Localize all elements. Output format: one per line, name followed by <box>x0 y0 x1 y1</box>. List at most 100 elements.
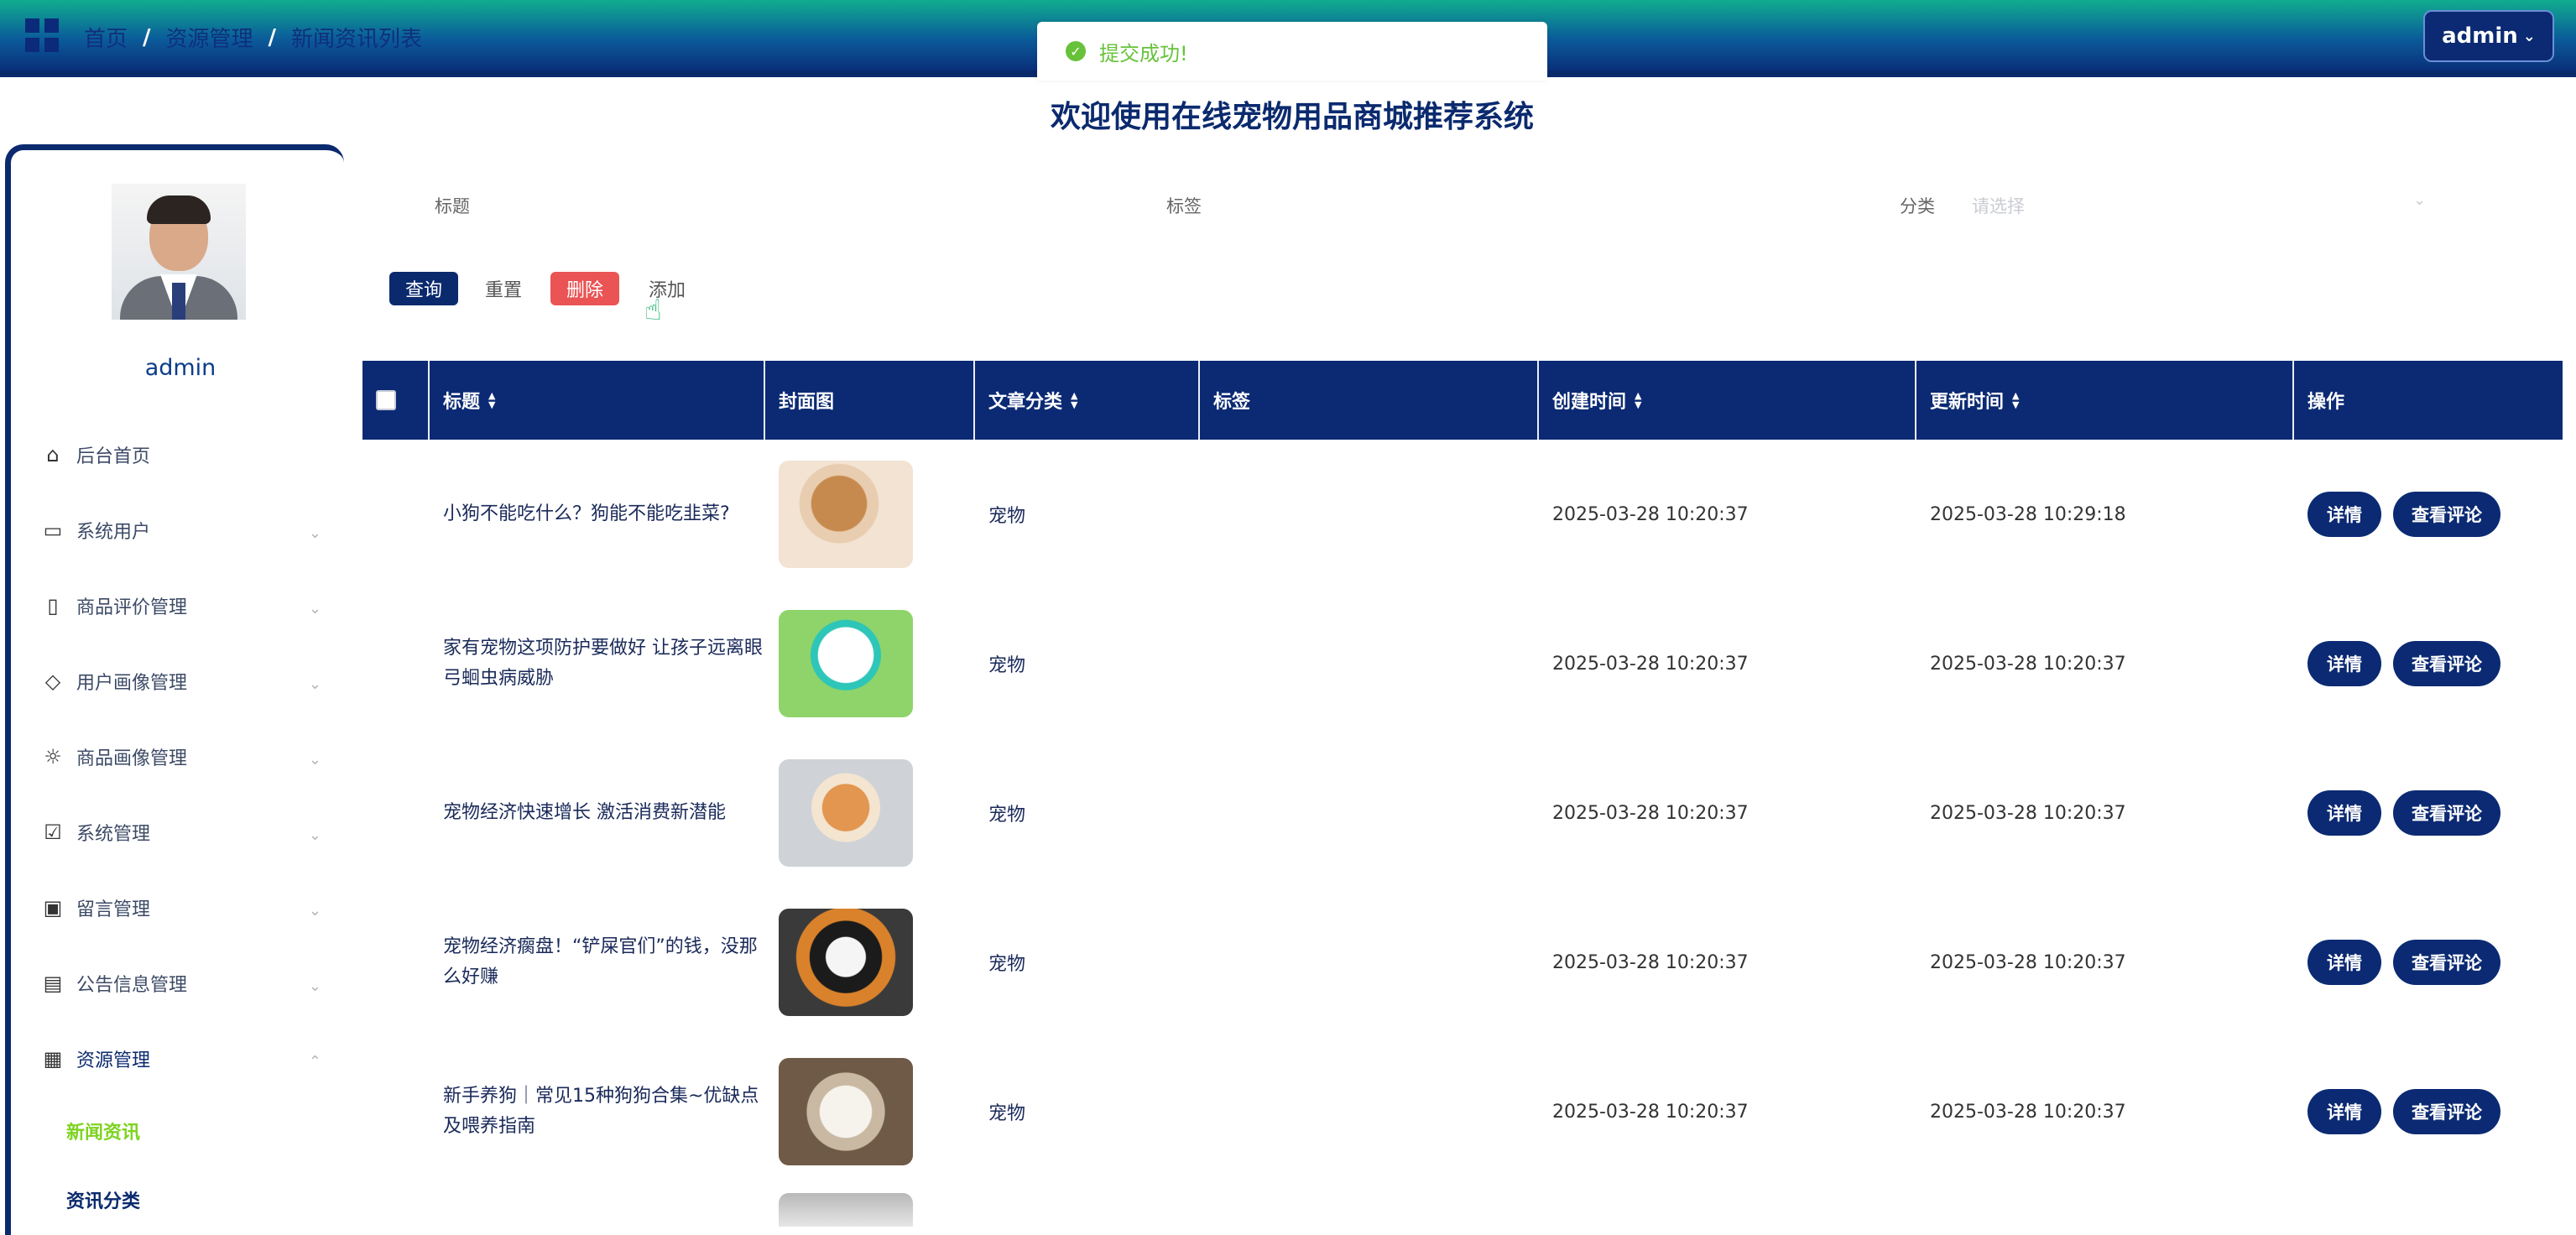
row-cover <box>765 738 975 888</box>
sidebar-subitem-news-category[interactable]: 资讯分类 <box>11 1165 350 1234</box>
view-comments-button[interactable]: 查看评论 <box>2393 641 2500 686</box>
sort-icon[interactable]: ▲ ▼ <box>1635 391 1641 409</box>
chevron-down-icon: ⌄ <box>308 902 321 920</box>
row-category: 宠物 <box>988 805 1026 826</box>
home-icon: ⌂ <box>46 443 60 466</box>
row-actions: 详情 查看评论 <box>2294 888 2563 1037</box>
row-category: 宠物 <box>988 655 1026 676</box>
header-label: 更新时间 <box>1930 392 2005 413</box>
view-comments-button[interactable]: 查看评论 <box>2393 790 2500 836</box>
cover-image <box>779 909 913 1016</box>
row-actions: 详情 查看评论 <box>2294 589 2563 738</box>
breadcrumb: 首页 / 资源管理 / 新闻资讯列表 <box>84 22 422 53</box>
cover-image <box>779 759 913 867</box>
row-category: 宠物 <box>988 506 1026 527</box>
header-title[interactable]: 标题 ▲ ▼ <box>430 361 765 440</box>
sidebar-menu: ⌂ 后台首页 ▭ 系统用户 ⌄ ▯ 商品评价管理 ⌄ ◇ 用户画像管理 ⌄ ☼ … <box>11 417 350 1234</box>
table-row: 家有宠物这项防护要做好 让孩子远离眼弓蛔虫病威胁 宠物 2025-03-28 1… <box>362 589 2563 738</box>
breadcrumb-separator: / <box>143 24 151 50</box>
sidebar-subitem-news[interactable]: 新闻资讯 <box>11 1097 350 1165</box>
row-created: 2025-03-28 10:20:37 <box>1552 802 1749 824</box>
sort-icon[interactable]: ▲ ▼ <box>488 391 495 409</box>
archive-icon: ▦ <box>43 1047 63 1071</box>
chevron-up-icon: ⌃ <box>308 1053 321 1071</box>
sidebar-item-label: 公告信息管理 <box>76 975 188 996</box>
grid-menu-icon[interactable] <box>25 18 59 52</box>
sun-icon: ☼ <box>44 745 62 769</box>
header-actions: 操作 <box>2294 361 2563 440</box>
query-button[interactable]: 查询 <box>389 272 458 305</box>
sort-icon[interactable]: ▲ ▼ <box>2012 391 2019 409</box>
row-tag <box>1200 440 1539 589</box>
row-checkbox-cell <box>362 738 430 888</box>
sidebar-item-product-profile[interactable]: ☼ 商品画像管理 ⌄ <box>11 719 350 795</box>
view-comments-button[interactable]: 查看评论 <box>2393 1089 2500 1134</box>
chevron-down-icon: ⌄ <box>308 826 321 844</box>
chevron-down-icon[interactable]: ⌄ <box>2413 191 2426 209</box>
reset-button[interactable]: 重置 <box>477 272 530 305</box>
success-toast: ✓ 提交成功! <box>1037 22 1547 81</box>
header-updated[interactable]: 更新时间 ▲ ▼ <box>1916 361 2294 440</box>
sidebar-item-product-reviews[interactable]: ▯ 商品评价管理 ⌄ <box>11 568 350 644</box>
sort-icon[interactable]: ▲ ▼ <box>1071 391 1077 409</box>
row-checkbox-cell <box>362 440 430 589</box>
header-label: 操作 <box>2307 392 2345 413</box>
breadcrumb-resource[interactable]: 资源管理 <box>166 22 253 53</box>
detail-button[interactable]: 详情 <box>2307 790 2381 836</box>
row-created: 2025-03-28 10:20:37 <box>1552 503 1749 525</box>
chevron-down-icon: ⌄ <box>308 675 321 693</box>
sidebar-item-resources[interactable]: ▦ 资源管理 ⌃ <box>11 1021 350 1097</box>
sidebar-username: admin <box>144 355 216 381</box>
select-all-cell <box>362 361 430 440</box>
sidebar-item-label: 用户画像管理 <box>76 673 188 694</box>
detail-button[interactable]: 详情 <box>2307 641 2381 686</box>
row-title: 宠物经济瘸盘！“铲屎官们”的钱，没那么好赚 <box>443 936 758 987</box>
row-title: 宠物经济快速增长 激活消费新潜能 <box>443 802 726 823</box>
sidebar-item-messages[interactable]: ▣ 留言管理 ⌄ <box>11 870 350 946</box>
toast-message: 提交成功! <box>1099 41 1188 65</box>
cover-image <box>779 1058 913 1165</box>
bookmark-icon: ▯ <box>47 594 59 618</box>
clipboard-icon: ▣ <box>43 896 63 920</box>
row-tag <box>1200 888 1539 1037</box>
header-label: 封面图 <box>779 392 835 413</box>
row-actions: 详情 查看评论 <box>2294 738 2563 888</box>
table-row: 宠物经济瘸盘！“铲屎官们”的钱，没那么好赚 宠物 2025-03-28 10:2… <box>362 888 2563 1037</box>
sidebar-item-user-profile[interactable]: ◇ 用户画像管理 ⌄ <box>11 644 350 719</box>
row-updated: 2025-03-28 10:29:18 <box>1930 503 2126 525</box>
sidebar-item-system-users[interactable]: ▭ 系统用户 ⌄ <box>11 492 350 568</box>
row-created: 2025-03-28 10:20:37 <box>1552 951 1749 973</box>
row-checkbox-cell <box>362 589 430 738</box>
detail-button[interactable]: 详情 <box>2307 1089 2381 1134</box>
row-tag <box>1200 589 1539 738</box>
breadcrumb-home[interactable]: 首页 <box>84 22 128 53</box>
view-comments-button[interactable]: 查看评论 <box>2393 492 2500 537</box>
sidebar-item-system-management[interactable]: ☑ 系统管理 ⌄ <box>11 795 350 870</box>
header-label: 标题 <box>443 392 481 413</box>
detail-button[interactable]: 详情 <box>2307 940 2381 985</box>
header-created[interactable]: 创建时间 ▲ ▼ <box>1539 361 1916 440</box>
row-updated: 2025-03-28 10:20:37 <box>1930 653 2126 675</box>
header-label: 标签 <box>1213 392 1251 413</box>
delete-button[interactable]: 删除 <box>550 272 619 305</box>
row-cover <box>765 589 975 738</box>
sidebar-item-announcements[interactable]: ▤ 公告信息管理 ⌄ <box>11 946 350 1021</box>
breadcrumb-current: 新闻资讯列表 <box>291 27 423 52</box>
cover-image <box>779 610 913 717</box>
detail-button[interactable]: 详情 <box>2307 492 2381 537</box>
category-select[interactable]: 请选择 <box>1972 193 2025 218</box>
header-tag: 标签 <box>1200 361 1539 440</box>
admin-menu-button[interactable]: admin ⌄ <box>2423 10 2554 62</box>
message-icon: ▤ <box>43 972 63 995</box>
row-created: 2025-03-28 10:20:37 <box>1552 1101 1749 1123</box>
sidebar-item-dashboard[interactable]: ⌂ 后台首页 <box>11 417 350 492</box>
row-actions: 详情 查看评论 <box>2294 1037 2563 1186</box>
view-comments-button[interactable]: 查看评论 <box>2393 940 2500 985</box>
sidebar-item-label: 商品评价管理 <box>76 597 188 618</box>
header-label: 文章分类 <box>988 392 1063 413</box>
header-category[interactable]: 文章分类 ▲ ▼ <box>975 361 1200 440</box>
row-title: 家有宠物这项防护要做好 让孩子远离眼弓蛔虫病威胁 <box>443 638 763 689</box>
cover-image <box>779 461 913 568</box>
row-title: 新手养狗｜常见15种狗狗合集~优缺点及喂养指南 <box>443 1086 759 1137</box>
select-all-checkbox[interactable] <box>376 390 396 410</box>
